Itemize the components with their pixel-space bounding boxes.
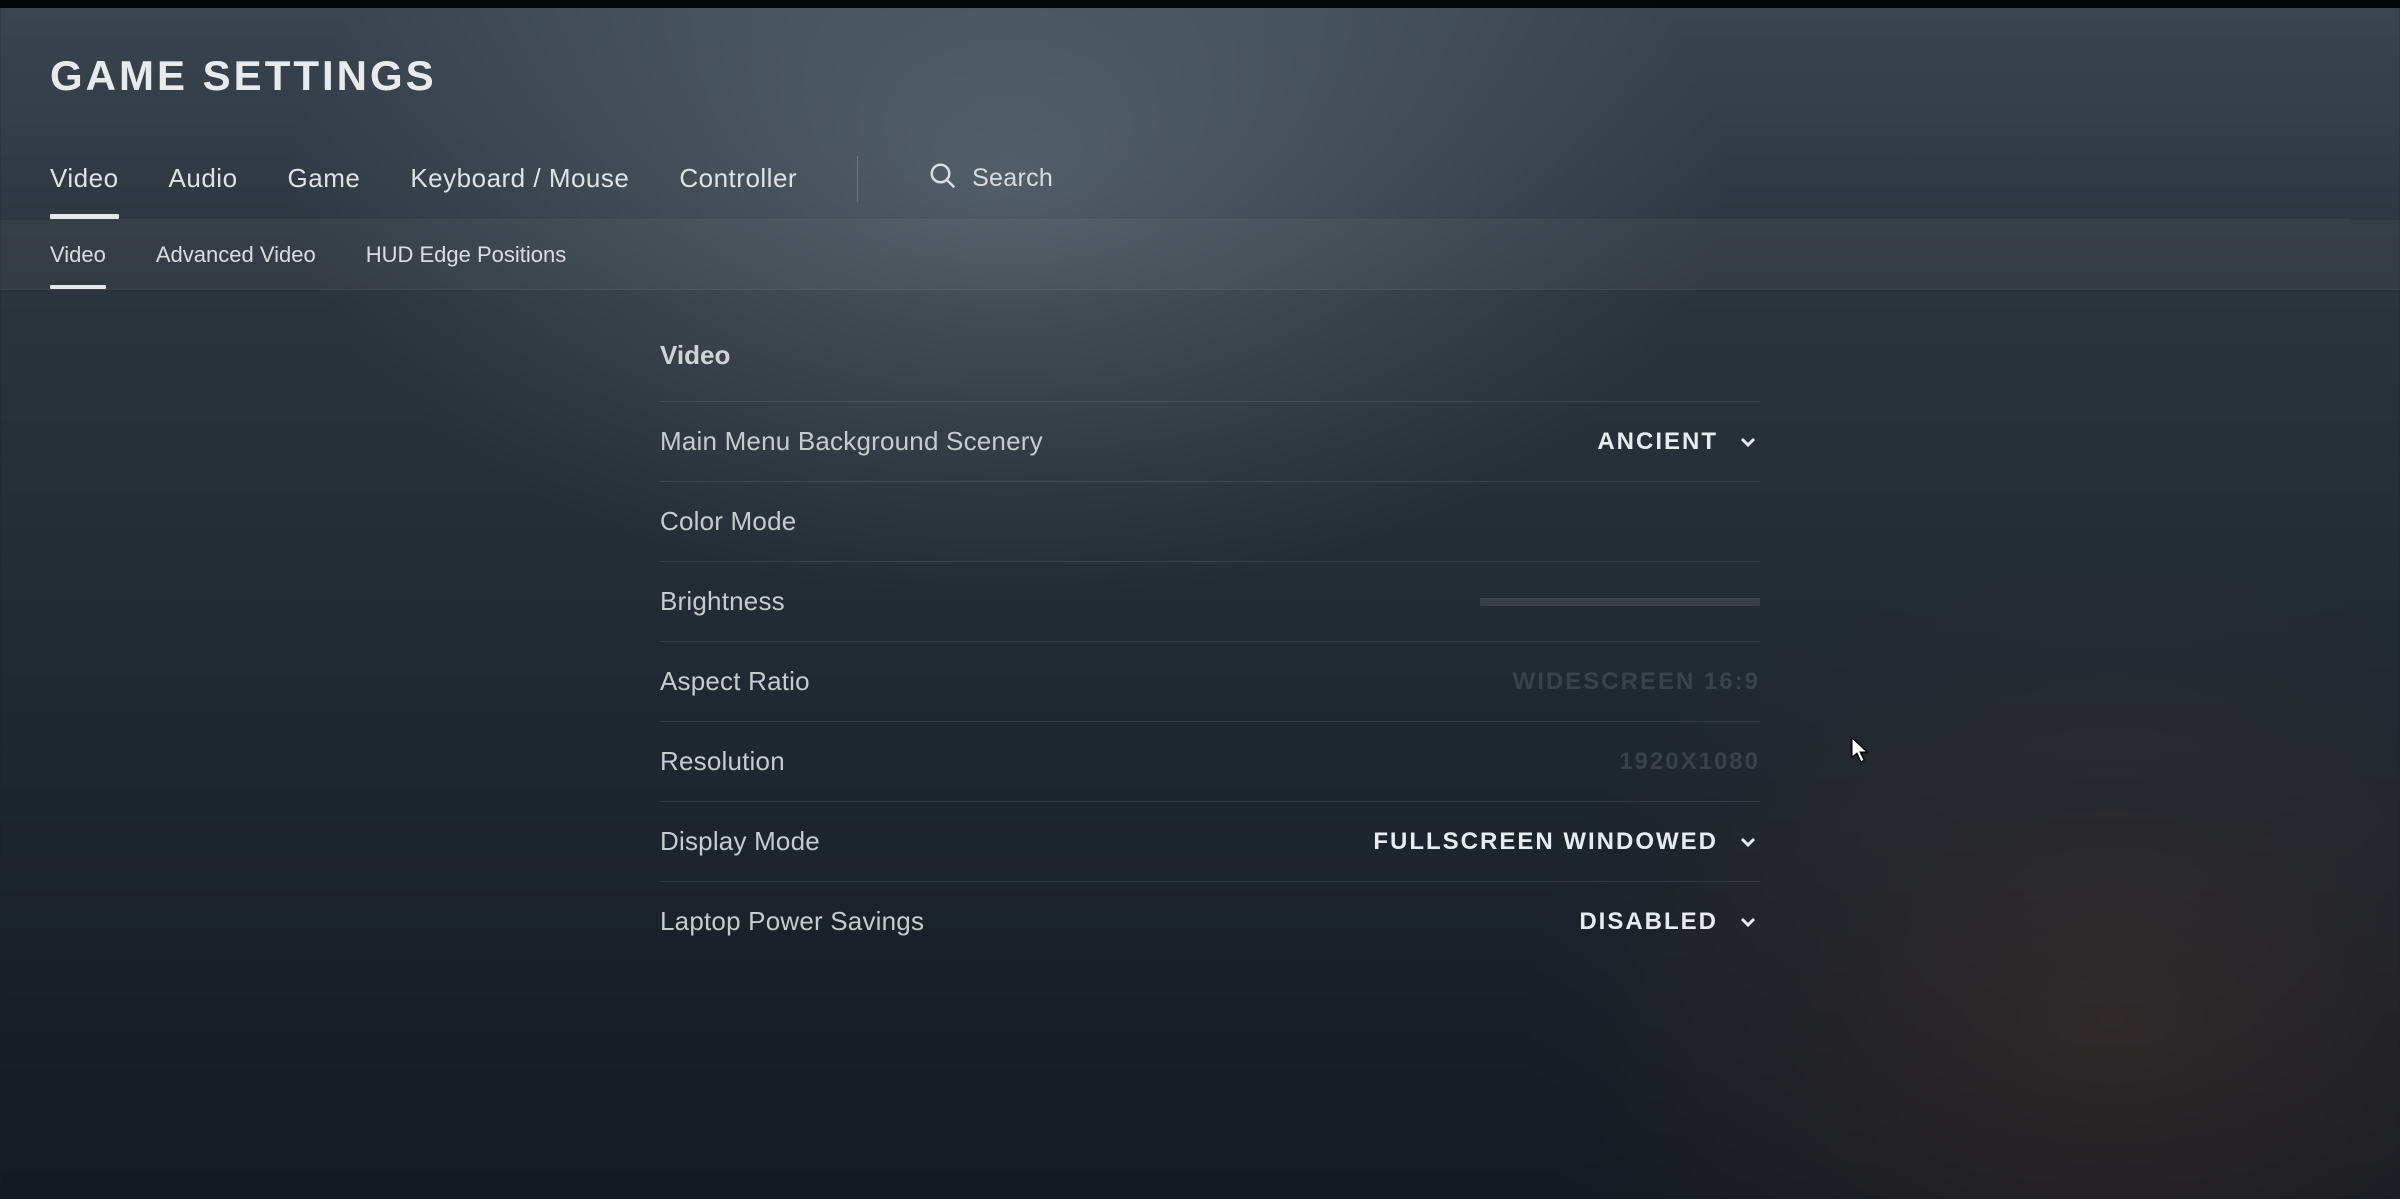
setting-label: Aspect Ratio	[660, 666, 810, 697]
dropdown-value: DISABLED	[1579, 908, 1718, 936]
slider-brightness	[1480, 598, 1760, 606]
tab-video[interactable]: Video	[50, 138, 119, 219]
setting-label: Display Mode	[660, 826, 820, 857]
setting-label: Main Menu Background Scenery	[660, 426, 1043, 457]
search-icon	[928, 161, 958, 196]
value-aspect-ratio: WIDESCREEN 16:9	[1513, 668, 1760, 696]
setting-label: Color Mode	[660, 506, 796, 537]
subtab-hud-edge-positions[interactable]: HUD Edge Positions	[366, 220, 567, 289]
search-input[interactable]	[972, 164, 1294, 193]
tab-keyboard-mouse[interactable]: Keyboard / Mouse	[410, 138, 629, 219]
secondary-tabs: Video Advanced Video HUD Edge Positions	[0, 220, 2400, 290]
chevron-down-icon	[1736, 430, 1760, 454]
tab-audio[interactable]: Audio	[169, 138, 238, 219]
value-resolution: 1920X1080	[1619, 748, 1760, 776]
tab-game[interactable]: Game	[288, 138, 361, 219]
section-title-video: Video	[660, 340, 1760, 401]
setting-label: Laptop Power Savings	[660, 906, 924, 937]
subtab-advanced-video[interactable]: Advanced Video	[156, 220, 316, 289]
chevron-down-icon	[1736, 910, 1760, 934]
setting-label: Brightness	[660, 586, 785, 617]
dropdown-value: FULLSCREEN WINDOWED	[1373, 828, 1718, 856]
dropdown-main-menu-bg[interactable]: ANCIENT	[1597, 428, 1760, 456]
primary-tabs: Video Audio Game Keyboard / Mouse Contro…	[50, 138, 2350, 220]
setting-row-brightness: Brightness	[660, 561, 1760, 641]
setting-label: Resolution	[660, 746, 785, 777]
setting-row-aspect-ratio: Aspect Ratio WIDESCREEN 16:9	[660, 641, 1760, 721]
search-field[interactable]	[928, 161, 1294, 196]
subtab-video[interactable]: Video	[50, 220, 106, 289]
tab-controller[interactable]: Controller	[679, 138, 797, 219]
tab-divider	[857, 156, 858, 202]
setting-row-display-mode: Display Mode FULLSCREEN WINDOWED	[660, 801, 1760, 881]
dropdown-laptop-power[interactable]: DISABLED	[1579, 908, 1760, 936]
setting-row-laptop-power: Laptop Power Savings DISABLED	[660, 881, 1760, 961]
setting-row-color-mode: Color Mode	[660, 481, 1760, 561]
setting-row-main-menu-bg: Main Menu Background Scenery ANCIENT	[660, 401, 1760, 481]
page-title: GAME SETTINGS	[50, 0, 2350, 138]
dropdown-value: ANCIENT	[1597, 428, 1718, 456]
chevron-down-icon	[1736, 830, 1760, 854]
setting-row-resolution: Resolution 1920X1080	[660, 721, 1760, 801]
settings-panel: GAME SETTINGS Video Audio Game Keyboard …	[0, 0, 2400, 961]
dropdown-display-mode[interactable]: FULLSCREEN WINDOWED	[1373, 828, 1760, 856]
settings-list: Video Main Menu Background Scenery ANCIE…	[660, 340, 1760, 961]
